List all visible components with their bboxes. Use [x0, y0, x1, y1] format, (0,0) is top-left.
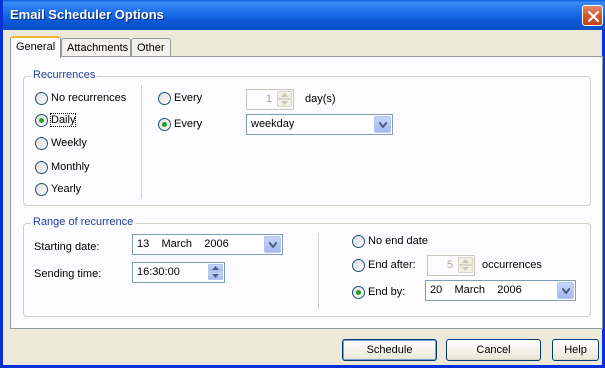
- tab-attachments-label: Attachments: [67, 42, 129, 54]
- spin-up-icon[interactable]: [208, 264, 223, 272]
- end-by-date-picker[interactable]: 20 March 2006: [425, 280, 576, 301]
- every-days-spinner[interactable]: 1: [246, 89, 294, 110]
- yearly-label: Yearly: [51, 183, 82, 195]
- end-by-dropdown-button[interactable]: [557, 282, 574, 299]
- email-scheduler-window: Email Scheduler Options General Attachme…: [0, 0, 605, 368]
- tab-other[interactable]: Other: [131, 38, 171, 58]
- chevron-down-icon: [562, 288, 570, 294]
- every-days-unit: day(s): [305, 93, 336, 105]
- title-bar[interactable]: Email Scheduler Options: [3, 0, 605, 30]
- sending-time-spinner[interactable]: 16:30:00: [132, 262, 225, 283]
- radio-end-after[interactable]: [352, 259, 365, 272]
- end-after-spin-buttons[interactable]: [458, 257, 473, 274]
- window-title: Email Scheduler Options: [10, 7, 164, 22]
- end-after-label: End after:: [368, 259, 416, 271]
- tab-general-label: General: [16, 41, 56, 53]
- spin-down-icon[interactable]: [458, 265, 473, 273]
- cancel-button-label: Cancel: [476, 344, 511, 356]
- schedule-button[interactable]: Schedule: [342, 339, 437, 361]
- end-after-value: 5: [446, 259, 453, 271]
- tab-attachments[interactable]: Attachments: [61, 38, 131, 58]
- close-icon: [587, 10, 600, 23]
- cancel-button[interactable]: Cancel: [446, 339, 541, 361]
- radio-every-days[interactable]: [158, 92, 171, 105]
- end-by-label: End by:: [368, 286, 406, 298]
- recurrences-legend: Recurrences: [31, 69, 98, 81]
- weekly-label: Weekly: [51, 137, 87, 149]
- tab-general[interactable]: General: [10, 36, 61, 58]
- close-button[interactable]: [582, 5, 603, 26]
- range-legend: Range of recurrence: [31, 216, 136, 228]
- monthly-label: Monthly: [51, 161, 90, 173]
- every-days-spin-buttons[interactable]: [277, 91, 292, 108]
- general-tab-panel: Recurrences No recurrences Daily Weekly …: [10, 56, 603, 329]
- end-by-value: 20 March 2006: [430, 284, 522, 296]
- radio-daily[interactable]: [35, 114, 48, 127]
- spin-down-icon[interactable]: [208, 272, 223, 280]
- sending-time-value: 16:30:00: [137, 266, 180, 278]
- spin-up-icon[interactable]: [277, 91, 292, 99]
- weekday-select[interactable]: weekday: [246, 114, 393, 135]
- range-divider: [318, 233, 320, 309]
- spin-down-icon[interactable]: [277, 99, 292, 107]
- no-recurrences-label: No recurrences: [51, 92, 127, 104]
- every-days-value: 1: [265, 93, 272, 105]
- starting-date-dropdown-button[interactable]: [264, 236, 281, 253]
- radio-end-by[interactable]: [352, 286, 365, 299]
- end-after-unit: occurrences: [482, 259, 542, 271]
- sending-time-spin-buttons[interactable]: [208, 264, 223, 281]
- radio-every-weekday[interactable]: [158, 118, 171, 131]
- radio-monthly[interactable]: [35, 161, 48, 174]
- starting-date-value: 13 March 2006: [137, 238, 229, 250]
- spin-up-icon[interactable]: [458, 257, 473, 265]
- end-after-spinner[interactable]: 5: [427, 255, 475, 276]
- help-button[interactable]: Help: [552, 339, 599, 361]
- weekday-select-value: weekday: [251, 118, 295, 130]
- every-weekday-label: Every: [174, 118, 203, 130]
- weekday-dropdown-button[interactable]: [374, 116, 391, 133]
- recurrences-divider: [141, 85, 143, 199]
- starting-date-picker[interactable]: 13 March 2006: [132, 234, 283, 255]
- sending-time-label: Sending time:: [34, 268, 102, 280]
- radio-no-end-date[interactable]: [352, 235, 365, 248]
- daily-label: Daily: [49, 113, 77, 127]
- chevron-down-icon: [379, 122, 387, 128]
- tab-other-label: Other: [137, 42, 165, 54]
- starting-date-label: Starting date:: [34, 241, 100, 253]
- radio-weekly[interactable]: [35, 137, 48, 150]
- radio-no-recurrences[interactable]: [35, 92, 48, 105]
- no-end-date-label: No end date: [368, 235, 428, 247]
- every-days-label: Every: [174, 92, 203, 104]
- chevron-down-icon: [269, 242, 277, 248]
- help-button-label: Help: [564, 344, 587, 356]
- schedule-button-label: Schedule: [366, 344, 413, 356]
- radio-yearly[interactable]: [35, 183, 48, 196]
